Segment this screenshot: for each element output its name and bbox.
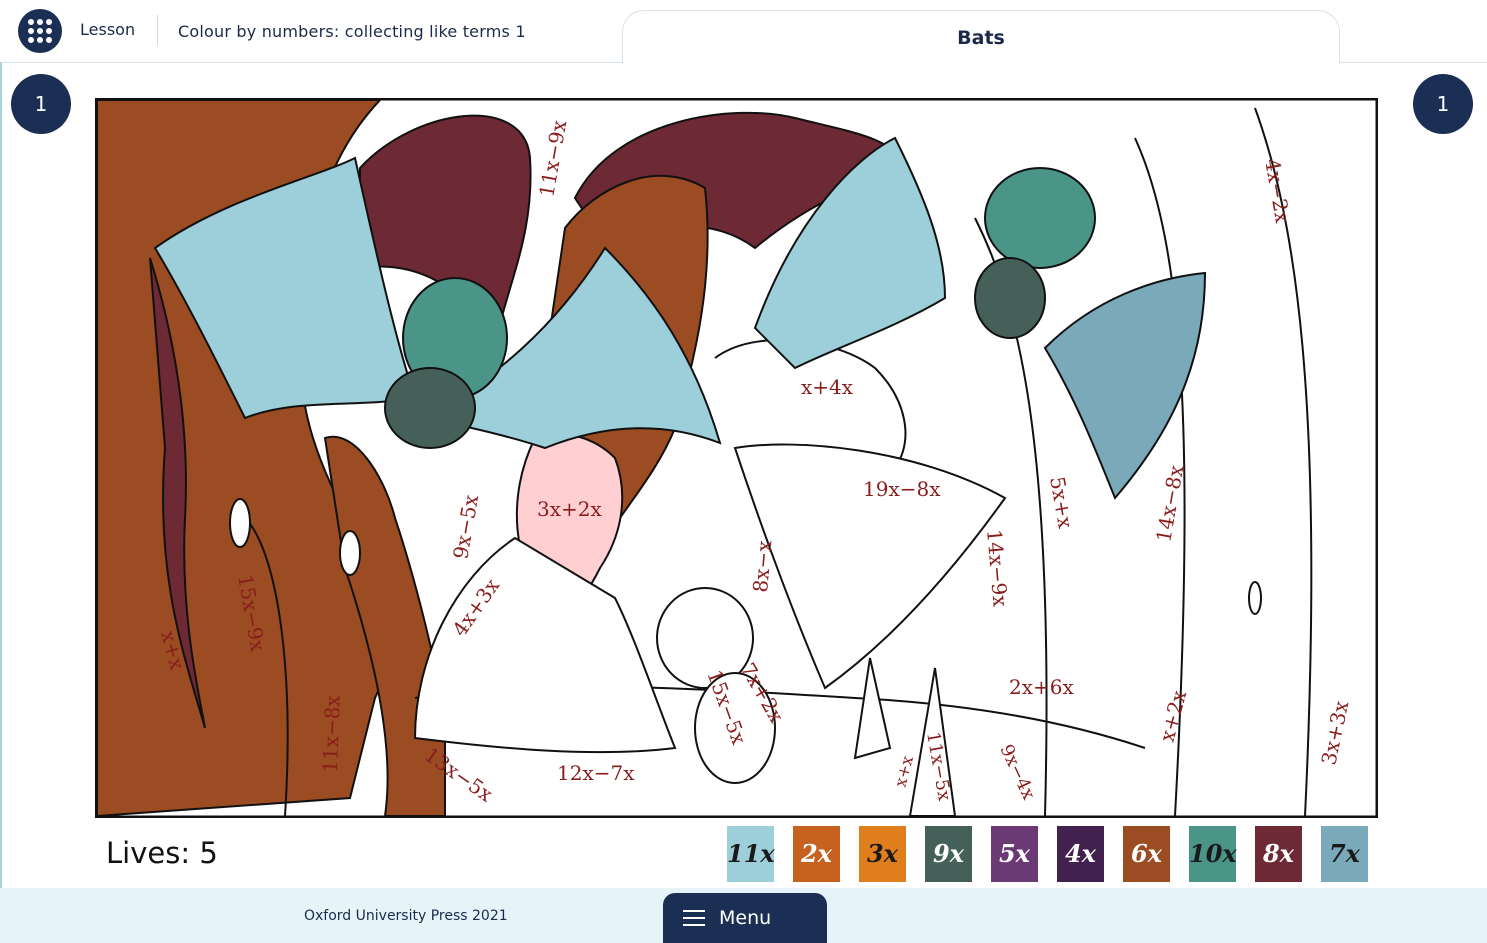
cave-hole [1248,581,1262,615]
swatch-label: 7x [1328,839,1360,868]
menu-button[interactable]: Menu [663,893,827,943]
app-grid-button[interactable] [18,9,62,53]
swatch-label: 9x [932,839,964,868]
tab-title: Bats [957,27,1005,49]
swatch-5x[interactable]: 5x [991,826,1038,882]
expr-label: 12x−7x [557,761,635,785]
bat-right-body[interactable] [974,257,1046,339]
swatch-label: 4x [1064,839,1096,868]
bat-left-body[interactable] [384,367,476,449]
swatch-label: 2x [800,839,832,868]
lesson-label[interactable]: Lesson [80,20,135,39]
swatch-7x[interactable]: 7x [1321,826,1368,882]
swatch-6x[interactable]: 6x [1123,826,1170,882]
hamburger-icon [683,910,705,926]
swatch-10x[interactable]: 10x [1189,826,1237,882]
swatch-label: 8x [1262,839,1294,868]
copyright-text: Oxford University Press 2021 [304,908,508,924]
left-edge-accent [0,62,2,888]
swatch-3x[interactable]: 3x [859,826,906,882]
lesson-title: Colour by numbers: collecting like terms… [178,22,526,41]
swatch-2x[interactable]: 2x [793,826,840,882]
menu-label: Menu [719,907,772,929]
expr-label: 19x−8x [863,477,941,501]
swatch-label: 3x [866,839,898,868]
swatch-label: 11x [727,839,775,868]
expr-label: 8x−x [748,539,777,594]
tab-bats[interactable]: Bats [622,10,1340,64]
colouring-picture[interactable]: 11x−9x 4x−2x x+4x 19x−8x 3x+2x 9x−5x 14x… [95,98,1378,818]
swatch-label: 6x [1130,839,1162,868]
swatch-label: 5x [998,839,1030,868]
right-counter-badge: 1 [1413,74,1473,134]
header-divider [157,15,158,45]
expr-label: 11x−8x [318,694,345,773]
bat-right-head[interactable] [984,167,1096,269]
lives-counter: Lives: 5 [106,836,218,870]
cave-hole [339,530,361,576]
left-counter-badge: 1 [11,74,71,134]
swatch-11x[interactable]: 11x [727,826,775,882]
swatch-label: 10x [1189,839,1237,868]
expr-label: 2x+6x [1009,675,1074,699]
swatch-4x[interactable]: 4x [1057,826,1104,882]
swatch-9x[interactable]: 9x [925,826,972,882]
swatch-8x[interactable]: 8x [1255,826,1302,882]
grid-icon [28,19,52,43]
cave-hole [229,498,251,548]
expr-label: x+4x [801,375,854,399]
expr-label: 3x+2x [537,497,602,521]
